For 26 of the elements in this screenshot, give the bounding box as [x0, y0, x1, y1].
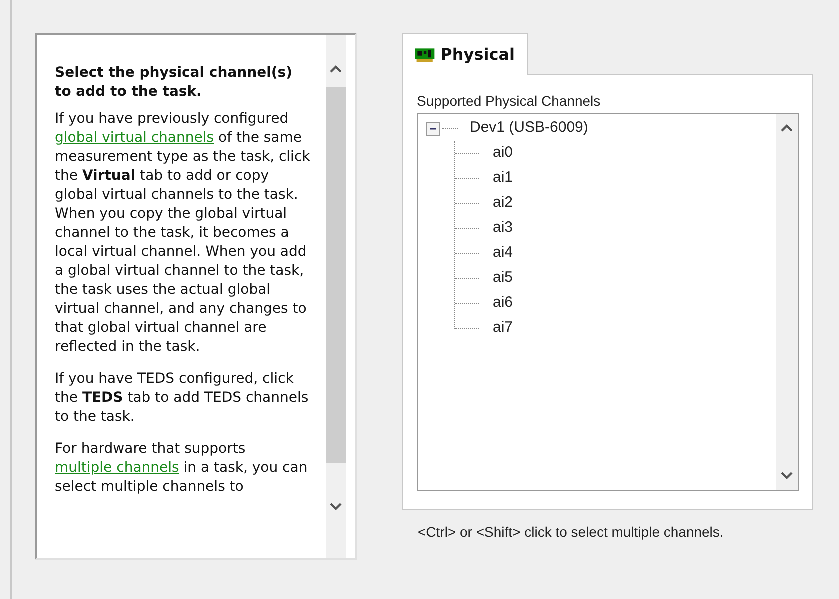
scrollbar[interactable] — [326, 35, 346, 558]
scroll-up-icon[interactable] — [330, 65, 342, 73]
channel-item[interactable]: ai0 — [493, 142, 514, 165]
device-item[interactable]: Dev1 (USB-6009) — [470, 117, 588, 140]
scroll-up-icon[interactable] — [781, 124, 793, 132]
channels-label: Supported Physical Channels — [417, 93, 602, 109]
tab[interactable]: Physical — [402, 33, 528, 75]
help-paragraph: If you have TEDS configured, click the TEDS tab to add TEDS channels to the task. — [55, 370, 310, 427]
channel-item[interactable]: ai7 — [493, 317, 514, 340]
scroll-down-icon[interactable] — [781, 472, 793, 480]
collapse-toggle[interactable] — [426, 122, 440, 136]
help-paragraph: If you have previously configured global virtual channels of the same measurement type as the task, click the Virtual tab to add or copy global virtual channels to the task. When you copy the global virtual channel to the task, it becomes a local virtual channel. When you add a global virtual channel to the task, the task uses the actual global virtual channel, and any changes to that global virtual channel are reflected in the task. — [55, 110, 311, 357]
channel-item[interactable]: ai5 — [493, 267, 514, 290]
channel-item[interactable]: ai1 — [493, 167, 514, 190]
board-icon — [415, 46, 435, 63]
hint-text: <Ctrl> or <Shift> click to select multiple channels. — [418, 523, 725, 542]
help-link[interactable]: multiple channels — [55, 460, 180, 476]
help-link[interactable]: global virtual channels — [55, 130, 214, 146]
scrollbar[interactable] — [776, 114, 798, 490]
channel-item[interactable]: ai2 — [493, 192, 514, 215]
channel-item[interactable]: ai4 — [493, 242, 514, 265]
help-paragraph: For hardware that supports multiple channels in a task, you can select multiple channels to — [55, 440, 309, 497]
channel-item[interactable]: ai3 — [493, 217, 514, 240]
channel-item[interactable]: ai6 — [493, 292, 514, 315]
help-heading: Select the physical channel(s) to add to the task. — [55, 64, 294, 102]
scroll-down-icon[interactable] — [330, 503, 342, 511]
